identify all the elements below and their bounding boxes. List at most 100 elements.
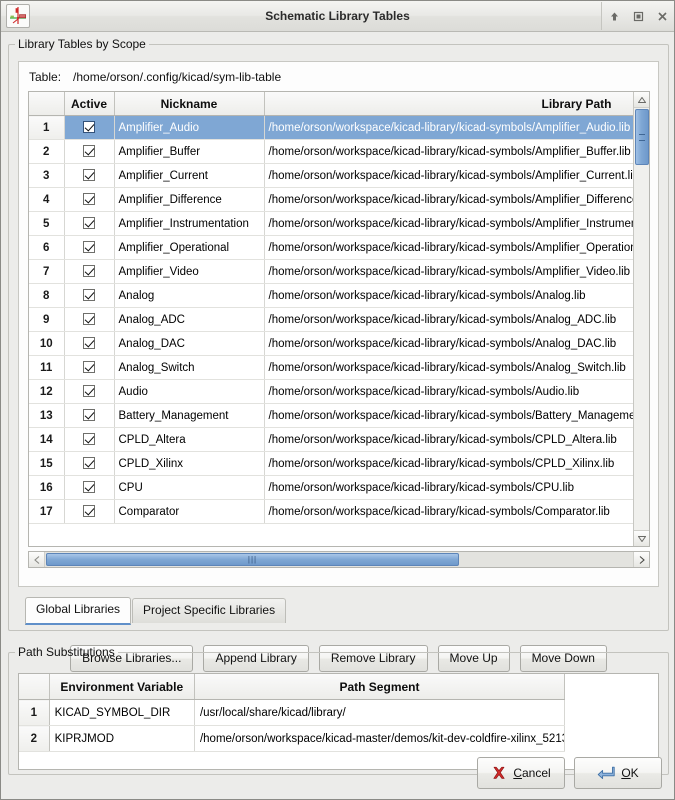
tab-project-specific-libraries[interactable]: Project Specific Libraries	[132, 598, 286, 623]
scroll-up-icon[interactable]	[634, 92, 650, 108]
table-row[interactable]: 13 Battery_Management/home/orson/workspac…	[29, 404, 650, 428]
table-row[interactable]: 15CPLD_Xilinx/home/orson/workspace/kicad…	[29, 452, 650, 476]
library-path-cell[interactable]: /home/orson/workspace/kicad-library/kica…	[264, 332, 650, 356]
active-checkbox-cell[interactable]	[64, 428, 114, 452]
library-path-cell[interactable]: /home/orson/workspace/kicad-library/kica…	[264, 356, 650, 380]
checkbox-icon[interactable]	[83, 409, 95, 421]
table-row[interactable]: 8Analog/home/orson/workspace/kicad-libra…	[29, 284, 650, 308]
scroll-left-icon[interactable]	[29, 552, 45, 567]
nickname-cell[interactable]: CPU	[114, 476, 264, 500]
checkbox-icon[interactable]	[83, 481, 95, 493]
row-number[interactable]: 17	[29, 500, 64, 524]
ok-button[interactable]: OK	[574, 757, 662, 789]
vscroll-track[interactable]	[634, 108, 649, 530]
library-path-cell[interactable]: /home/orson/workspace/kicad-library/kica…	[264, 308, 650, 332]
library-path-cell[interactable]: /home/orson/workspace/kicad-library/kica…	[264, 380, 650, 404]
checkbox-icon[interactable]	[83, 145, 95, 157]
checkbox-icon[interactable]	[83, 337, 95, 349]
column-header-active[interactable]: Active	[64, 92, 114, 116]
table-row[interactable]: 3Amplifier_Current/home/orson/workspace/…	[29, 164, 650, 188]
nickname-cell[interactable]: Analog_ADC	[114, 308, 264, 332]
row-number[interactable]: 15	[29, 452, 64, 476]
library-path-cell[interactable]: /home/orson/workspace/kicad-library/kica…	[264, 404, 650, 428]
nickname-cell[interactable]: Amplifier_Instrumentation	[114, 212, 264, 236]
table-row[interactable]: 2 Amplifier_Buffer/home/orson/workspace/k…	[29, 140, 650, 164]
active-checkbox-cell[interactable]	[64, 116, 114, 140]
checkbox-icon[interactable]	[83, 433, 95, 445]
maximize-button[interactable]	[626, 2, 650, 30]
hscroll-thumb[interactable]: |||	[46, 553, 459, 566]
column-header-library-path[interactable]: Library Path	[264, 92, 650, 116]
row-number[interactable]: 1	[29, 116, 64, 140]
checkbox-icon[interactable]	[83, 289, 95, 301]
grid-horizontal-scrollbar[interactable]: |||	[28, 551, 650, 568]
library-path-cell[interactable]: /home/orson/workspace/kicad-library/kica…	[264, 140, 650, 164]
path-row-number[interactable]: 1	[19, 700, 49, 726]
nickname-cell[interactable]: CPLD_Xilinx	[114, 452, 264, 476]
environment-variable-cell[interactable]: KICAD_SYMBOL_DIR	[49, 700, 194, 726]
path-segment-cell[interactable]: /usr/local/share/kicad/library/	[194, 700, 564, 726]
table-row[interactable]: 7 Amplifier_Video/home/orson/workspace/ki…	[29, 260, 650, 284]
table-row[interactable]: 9Analog_ADC/home/orson/workspace/kicad-l…	[29, 308, 650, 332]
row-number[interactable]: 7	[29, 260, 64, 284]
row-number[interactable]: 11	[29, 356, 64, 380]
checkbox-icon[interactable]	[83, 169, 95, 181]
row-number[interactable]: 13	[29, 404, 64, 428]
close-button[interactable]	[650, 2, 674, 30]
nickname-cell[interactable]: Amplifier_Difference	[114, 188, 264, 212]
library-path-cell[interactable]: /home/orson/workspace/kicad-library/kica…	[264, 476, 650, 500]
nickname-cell[interactable]: Amplifier_Audio	[114, 116, 264, 140]
nickname-cell[interactable]: Amplifier_Buffer	[114, 140, 264, 164]
row-number[interactable]: 2	[29, 140, 64, 164]
row-number[interactable]: 12	[29, 380, 64, 404]
column-header-corner[interactable]	[29, 92, 64, 116]
library-path-cell[interactable]: /home/orson/workspace/kicad-library/kica…	[264, 260, 650, 284]
active-checkbox-cell[interactable]	[64, 284, 114, 308]
checkbox-icon[interactable]	[83, 121, 95, 133]
column-header-nickname[interactable]: Nickname	[114, 92, 264, 116]
tab-global-libraries[interactable]: Global Libraries	[25, 597, 131, 625]
path-column-header-env-var[interactable]: Environment Variable	[49, 674, 194, 700]
checkbox-icon[interactable]	[83, 193, 95, 205]
active-checkbox-cell[interactable]	[64, 500, 114, 524]
nickname-cell[interactable]: Analog	[114, 284, 264, 308]
nickname-cell[interactable]: Analog_DAC	[114, 332, 264, 356]
checkbox-icon[interactable]	[83, 385, 95, 397]
active-checkbox-cell[interactable]	[64, 188, 114, 212]
library-path-cell[interactable]: /home/orson/workspace/kicad-library/kica…	[264, 116, 650, 140]
row-number[interactable]: 3	[29, 164, 64, 188]
row-number[interactable]: 14	[29, 428, 64, 452]
active-checkbox-cell[interactable]	[64, 476, 114, 500]
table-row[interactable]: 17 Comparator/home/orson/workspace/kicad-…	[29, 500, 650, 524]
nickname-cell[interactable]: Comparator	[114, 500, 264, 524]
library-grid[interactable]: Active Nickname Library Path 1 Amplifier_…	[28, 91, 650, 547]
active-checkbox-cell[interactable]	[64, 236, 114, 260]
library-path-cell[interactable]: /home/orson/workspace/kicad-library/kica…	[264, 236, 650, 260]
scroll-down-icon[interactable]	[634, 530, 650, 546]
active-checkbox-cell[interactable]	[64, 260, 114, 284]
active-checkbox-cell[interactable]	[64, 212, 114, 236]
row-number[interactable]: 16	[29, 476, 64, 500]
table-row[interactable]: 11Analog_Switch/home/orson/workspace/kic…	[29, 356, 650, 380]
nickname-cell[interactable]: Audio	[114, 380, 264, 404]
table-row[interactable]: 14 CPLD_Altera/home/orson/workspace/kicad…	[29, 428, 650, 452]
path-table-row[interactable]: 1KICAD_SYMBOL_DIR/usr/local/share/kicad/…	[19, 700, 565, 726]
nickname-cell[interactable]: Amplifier_Operational	[114, 236, 264, 260]
row-number[interactable]: 4	[29, 188, 64, 212]
library-path-cell[interactable]: /home/orson/workspace/kicad-library/kica…	[264, 428, 650, 452]
nickname-cell[interactable]: CPLD_Altera	[114, 428, 264, 452]
checkbox-icon[interactable]	[83, 265, 95, 277]
library-path-cell[interactable]: /home/orson/workspace/kicad-library/kica…	[264, 500, 650, 524]
row-number[interactable]: 6	[29, 236, 64, 260]
path-column-header-corner[interactable]	[19, 674, 49, 700]
nickname-cell[interactable]: Amplifier_Video	[114, 260, 264, 284]
table-row[interactable]: 12 Audio/home/orson/workspace/kicad-libra…	[29, 380, 650, 404]
nickname-cell[interactable]: Battery_Management	[114, 404, 264, 428]
vscroll-thumb[interactable]	[635, 109, 649, 165]
table-row[interactable]: 5Amplifier_Instrumentation/home/orson/wo…	[29, 212, 650, 236]
checkbox-icon[interactable]	[83, 241, 95, 253]
shade-button[interactable]	[602, 2, 626, 30]
checkbox-icon[interactable]	[83, 217, 95, 229]
cancel-button[interactable]: Cancel	[477, 757, 565, 789]
table-row[interactable]: 16 CPU/home/orson/workspace/kicad-library…	[29, 476, 650, 500]
